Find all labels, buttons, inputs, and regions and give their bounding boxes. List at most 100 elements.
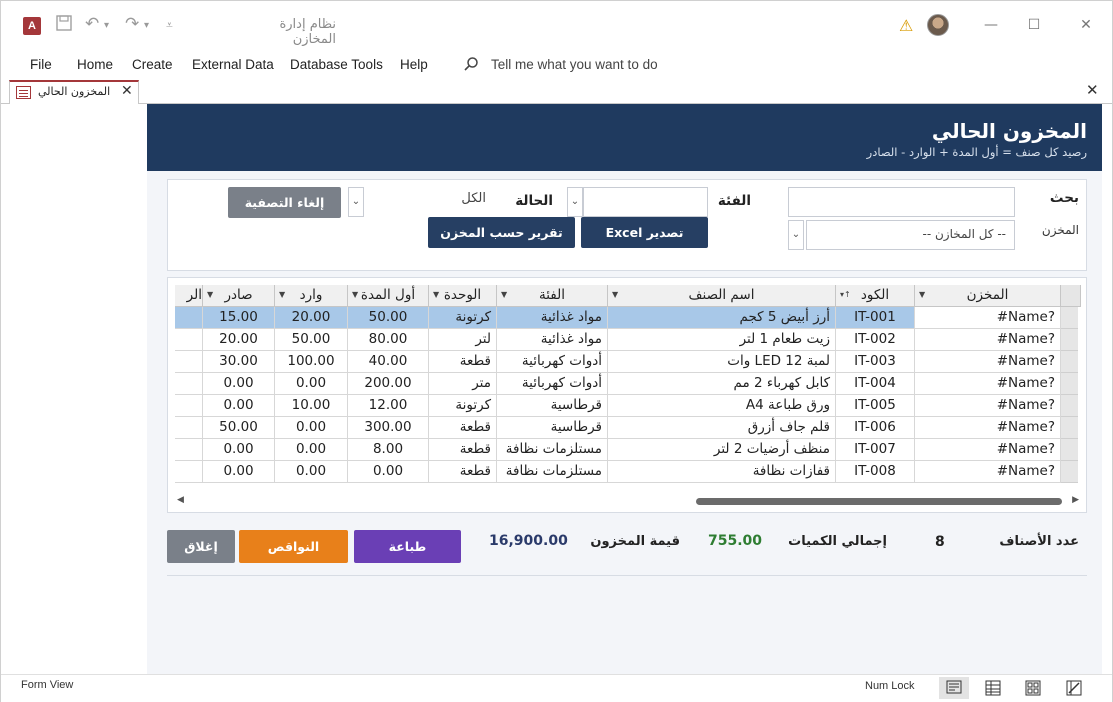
shortages-button[interactable]: النواقص: [239, 530, 348, 563]
category-combo[interactable]: [583, 187, 708, 217]
maximize-button[interactable]: ☐: [1022, 13, 1046, 37]
opening-cell[interactable]: 300.00: [348, 417, 429, 439]
unit-cell[interactable]: قطعة: [429, 439, 497, 461]
redo-dropdown-icon[interactable]: ▾: [144, 20, 149, 31]
balance-cell[interactable]: [175, 307, 203, 329]
record-selector[interactable]: [1061, 439, 1078, 461]
out-cell[interactable]: 0.00: [203, 439, 275, 461]
in-cell[interactable]: 0.00: [275, 373, 348, 395]
tell-me-input[interactable]: Tell me what you want to do: [491, 57, 658, 72]
menu-file[interactable]: File: [30, 57, 52, 72]
undo-icon[interactable]: ↶: [85, 14, 99, 34]
search-input[interactable]: [788, 187, 1015, 217]
close-form-icon[interactable]: ✕: [1086, 81, 1099, 99]
redo-icon[interactable]: ↷: [125, 14, 139, 34]
unit-cell[interactable]: قطعة: [429, 461, 497, 483]
record-selector[interactable]: [1061, 307, 1078, 329]
col-header-in[interactable]: وارد ▼: [275, 285, 348, 307]
clear-filter-button[interactable]: إلغاء التصفية: [228, 187, 341, 218]
report-by-store-button[interactable]: تقرير حسب المخزن: [428, 217, 575, 248]
close-tab-icon[interactable]: ✕: [121, 83, 133, 99]
store-dropdown-icon[interactable]: ⌄: [788, 220, 804, 250]
status-dropdown-icon[interactable]: ⌄: [348, 187, 364, 217]
name-cell[interactable]: أرز أبيض 5 كجم: [608, 307, 836, 329]
unit-cell[interactable]: متر: [429, 373, 497, 395]
table-row[interactable]: 15.00 20.00 50.00 كرتونة مواد غذائية أرز أبيض…: [175, 307, 1081, 329]
access-app-icon[interactable]: A: [23, 17, 41, 35]
name-cell[interactable]: ورق طباعة A4: [608, 395, 836, 417]
export-excel-button[interactable]: تصدير Excel: [581, 217, 708, 248]
code-cell[interactable]: IT-003: [836, 351, 915, 373]
layout-view-icon[interactable]: [1018, 677, 1048, 699]
save-icon[interactable]: [55, 14, 73, 37]
search-icon[interactable]: [463, 56, 479, 72]
table-row[interactable]: 30.00 100.00 40.00 قطعة أدوات كهربائية لمبة L…: [175, 351, 1081, 373]
in-cell[interactable]: 50.00: [275, 329, 348, 351]
opening-cell[interactable]: 8.00: [348, 439, 429, 461]
store-cell[interactable]: #Name?: [915, 329, 1061, 351]
code-cell[interactable]: IT-001: [836, 307, 915, 329]
in-cell[interactable]: 20.00: [275, 307, 348, 329]
close-window-button[interactable]: ✕: [1074, 13, 1098, 37]
out-cell[interactable]: 20.00: [203, 329, 275, 351]
name-cell[interactable]: منظف أرضيات 2 لتر: [608, 439, 836, 461]
code-cell[interactable]: IT-005: [836, 395, 915, 417]
store-cell[interactable]: #Name?: [915, 351, 1061, 373]
balance-cell[interactable]: [175, 461, 203, 483]
menu-home[interactable]: Home: [77, 57, 113, 72]
balance-cell[interactable]: [175, 395, 203, 417]
menu-help[interactable]: Help: [400, 57, 428, 72]
record-selector[interactable]: [1061, 461, 1078, 483]
category-cell[interactable]: أدوات كهربائية: [497, 373, 608, 395]
warning-icon[interactable]: ⚠: [899, 16, 913, 35]
record-selector[interactable]: [1061, 417, 1078, 439]
unit-cell[interactable]: كرتونة: [429, 395, 497, 417]
store-cell[interactable]: #Name?: [915, 417, 1061, 439]
form-view-icon[interactable]: [939, 677, 969, 699]
name-cell[interactable]: زيت طعام 1 لتر: [608, 329, 836, 351]
minimize-button[interactable]: —: [979, 13, 1003, 37]
balance-cell[interactable]: [175, 373, 203, 395]
out-cell[interactable]: 30.00: [203, 351, 275, 373]
store-cell[interactable]: #Name?: [915, 307, 1061, 329]
category-cell[interactable]: مستلزمات نظافة: [497, 461, 608, 483]
code-cell[interactable]: IT-004: [836, 373, 915, 395]
name-cell[interactable]: قلم جاف أزرق: [608, 417, 836, 439]
in-cell[interactable]: 0.00: [275, 417, 348, 439]
table-row[interactable]: 0.00 10.00 12.00 كرتونة قرطاسية ورق طباعة A4 I…: [175, 395, 1081, 417]
scroll-right-icon[interactable]: ▶: [1072, 495, 1079, 505]
menu-create[interactable]: Create: [132, 57, 173, 72]
in-cell[interactable]: 0.00: [275, 439, 348, 461]
name-cell[interactable]: كابل كهرباء 2 مم: [608, 373, 836, 395]
customize-toolbar-icon[interactable]: ⩡: [166, 18, 173, 33]
col-header-category[interactable]: الفئة ▼: [497, 285, 608, 307]
unit-cell[interactable]: لتر: [429, 329, 497, 351]
col-header-opening[interactable]: أول المدة ▼: [348, 285, 429, 307]
code-cell[interactable]: IT-008: [836, 461, 915, 483]
category-dropdown-icon[interactable]: ⌄: [567, 187, 583, 217]
avatar[interactable]: [927, 14, 949, 36]
opening-cell[interactable]: 0.00: [348, 461, 429, 483]
record-selector[interactable]: [1061, 395, 1078, 417]
name-cell[interactable]: لمبة LED 12 وات: [608, 351, 836, 373]
scroll-left-icon[interactable]: ◀: [177, 495, 184, 505]
unit-cell[interactable]: كرتونة: [429, 307, 497, 329]
category-cell[interactable]: مستلزمات نظافة: [497, 439, 608, 461]
datasheet-view-icon[interactable]: [978, 677, 1008, 699]
col-header-out[interactable]: صادر ▼: [203, 285, 275, 307]
balance-cell[interactable]: [175, 351, 203, 373]
code-cell[interactable]: IT-006: [836, 417, 915, 439]
record-selector[interactable]: [1061, 351, 1078, 373]
tab-current-stock[interactable]: المخزون الحالي ✕: [9, 80, 139, 104]
balance-cell[interactable]: [175, 439, 203, 461]
opening-cell[interactable]: 200.00: [348, 373, 429, 395]
opening-cell[interactable]: 80.00: [348, 329, 429, 351]
record-selector[interactable]: [1061, 373, 1078, 395]
out-cell[interactable]: 15.00: [203, 307, 275, 329]
category-cell[interactable]: مواد غذائية: [497, 329, 608, 351]
in-cell[interactable]: 10.00: [275, 395, 348, 417]
record-selector-header[interactable]: [1061, 285, 1081, 307]
menu-external-data[interactable]: External Data: [192, 57, 274, 72]
unit-cell[interactable]: قطعة: [429, 417, 497, 439]
opening-cell[interactable]: 40.00: [348, 351, 429, 373]
